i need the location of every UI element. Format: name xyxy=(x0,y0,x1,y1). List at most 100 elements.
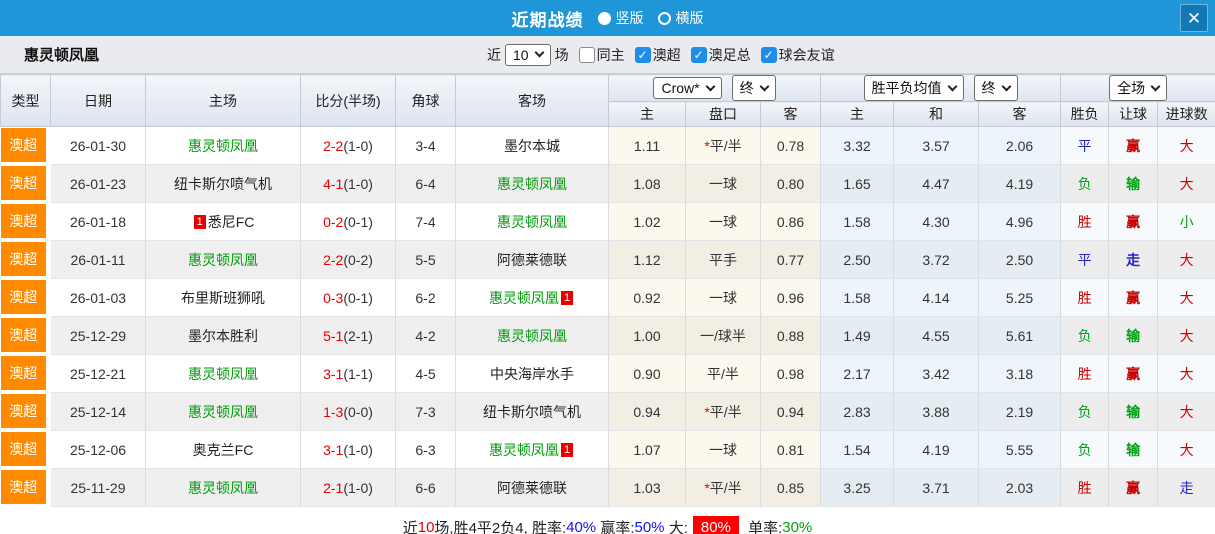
filter-bar: 近 10 场 ✓ 同主 ✓ 澳超 ✓ 澳足总 ✓ 球会友谊 xyxy=(487,43,839,66)
footer-profit-label: 赢率: xyxy=(596,519,635,534)
score-cell: 0-3(0-1) xyxy=(300,278,396,317)
filter-same-home[interactable]: ✓ 同主 xyxy=(578,45,625,65)
avg-win-cell: 2.83 xyxy=(820,392,895,431)
goals-value: 大 xyxy=(1179,365,1194,382)
avg-draw-cell: 4.14 xyxy=(893,278,980,317)
goals-value: 大 xyxy=(1179,251,1194,268)
away-team-name: 惠灵顿凤凰 xyxy=(497,327,567,344)
radio-vertical-layout[interactable]: 竖版 xyxy=(597,8,644,28)
handicap-cell: *平/半 xyxy=(685,392,761,431)
full-time-score: 5-1 xyxy=(323,327,344,344)
dialog-title: 近期战绩 xyxy=(511,10,584,30)
home-team-name: 悉尼FC xyxy=(207,213,255,230)
goals-cell: 大 xyxy=(1157,126,1215,165)
result-value: 平 xyxy=(1077,251,1092,268)
col-header-type: 类型 xyxy=(0,74,51,127)
filter-a-league[interactable]: ✓ 澳超 xyxy=(634,45,681,65)
league-type-badge: 澳超 xyxy=(0,128,46,162)
match-count-select[interactable]: 10 xyxy=(505,43,551,66)
away-team-cell: 惠灵顿凤凰 xyxy=(455,164,609,203)
let-ball-value: 输 xyxy=(1126,403,1141,420)
league-type-cell: 澳超 xyxy=(0,468,51,507)
avg-odds-select[interactable]: 胜平负均值 xyxy=(863,75,964,101)
goals-value: 小 xyxy=(1179,213,1194,230)
score-cell: 1-3(0-0) xyxy=(300,392,396,431)
result-cell: 负 xyxy=(1060,430,1110,469)
close-button[interactable]: ✕ xyxy=(1180,4,1208,32)
corner-cell: 7-4 xyxy=(395,202,456,241)
odds-company-select[interactable]: Crow* xyxy=(653,77,722,99)
score-cell: 2-2(1-0) xyxy=(300,126,396,165)
date-cell: 26-01-30 xyxy=(50,126,146,165)
league-type-badge: 澳超 xyxy=(0,394,46,428)
avg-lose-cell: 5.25 xyxy=(978,278,1062,317)
odds-home-cell: 1.08 xyxy=(608,164,686,203)
result-value: 胜 xyxy=(1077,213,1092,230)
goals-value: 大 xyxy=(1179,327,1194,344)
odds-stage-select[interactable]: 终 xyxy=(731,75,776,101)
odds-home-cell: 1.03 xyxy=(608,468,686,507)
team-title: 惠灵顿凤凰 xyxy=(24,47,100,64)
avg-stage-select[interactable]: 终 xyxy=(973,75,1018,101)
scope-header-group: 全场 xyxy=(1060,74,1215,102)
summary-footer: 近 10 场,胜4平2负4, 胜率: 40% 赢率: 50% 大: 80% 单率: 30% xyxy=(0,507,1215,534)
avg-win-cell: 1.54 xyxy=(820,430,895,469)
league-type-cell: 澳超 xyxy=(0,240,51,279)
filter-ffa-cup-label: 澳足总 xyxy=(708,46,751,63)
full-time-score: 1-3 xyxy=(323,403,344,420)
filter-ffa-cup[interactable]: ✓ 澳足总 xyxy=(690,45,751,65)
result-value: 负 xyxy=(1077,327,1092,344)
half-time-score: (0-1) xyxy=(343,213,373,230)
league-type-cell: 澳超 xyxy=(0,126,51,165)
date-cell: 26-01-03 xyxy=(50,278,146,317)
col-header-avg-draw: 和 xyxy=(893,101,980,127)
league-type-badge: 澳超 xyxy=(0,242,46,276)
goals-cell: 大 xyxy=(1157,164,1215,203)
let-ball-value: 赢 xyxy=(1126,137,1141,154)
chevron-down-icon xyxy=(1001,81,1011,91)
handicap-cell: 一/球半 xyxy=(685,316,761,355)
chevron-down-icon xyxy=(705,81,716,91)
avg-header-group: 胜平负均值 终 xyxy=(820,74,1062,102)
chevron-down-icon xyxy=(947,81,957,91)
let-ball-cell: 赢 xyxy=(1108,126,1159,165)
radio-horizontal-layout[interactable]: 横版 xyxy=(657,8,704,28)
odds-home-cell: 1.07 xyxy=(608,430,686,469)
let-ball-cell: 输 xyxy=(1108,164,1159,203)
league-type-cell: 澳超 xyxy=(0,278,51,317)
date-cell: 25-12-29 xyxy=(50,316,146,355)
avg-lose-cell: 5.55 xyxy=(978,430,1062,469)
goals-value: 大 xyxy=(1179,175,1194,192)
score-cell: 4-1(1-0) xyxy=(300,164,396,203)
filter-club-friendly[interactable]: ✓ 球会友谊 xyxy=(760,45,835,65)
corner-cell: 6-2 xyxy=(395,278,456,317)
handicap-cell: 平手 xyxy=(685,240,761,279)
date-cell: 26-01-23 xyxy=(50,164,146,203)
half-time-score: (1-0) xyxy=(343,137,373,154)
avg-lose-cell: 2.06 xyxy=(978,126,1062,165)
let-ball-value: 赢 xyxy=(1126,479,1141,496)
odds-home-cell: 1.02 xyxy=(608,202,686,241)
scope-value: 全场 xyxy=(1117,80,1146,96)
score-cell: 0-2(0-1) xyxy=(300,202,396,241)
scope-select[interactable]: 全场 xyxy=(1109,75,1168,101)
let-ball-value: 输 xyxy=(1126,441,1141,458)
handicap-cell: 平/半 xyxy=(685,354,761,393)
odds-header-group: Crow* 终 xyxy=(607,74,822,102)
toolbar: 惠灵顿凤凰 近 10 场 ✓ 同主 ✓ 澳超 ✓ 澳足总 ✓ 球会友谊 xyxy=(0,36,1215,74)
corner-cell: 3-4 xyxy=(395,126,456,165)
goals-cell: 大 xyxy=(1157,392,1215,431)
let-ball-cell: 走 xyxy=(1108,240,1159,279)
avg-win-cell: 1.58 xyxy=(820,278,895,317)
odds-home-cell: 1.00 xyxy=(608,316,686,355)
filter-a-league-label: 澳超 xyxy=(652,46,681,63)
table-row: 澳超 26-01-11 惠灵顿凤凰 2-2(0-2) 5-5 阿德莱德联 1.1… xyxy=(0,240,1215,279)
footer-near-label: 近 xyxy=(402,519,418,534)
goals-cell: 大 xyxy=(1157,354,1215,393)
odds-away-cell: 0.81 xyxy=(760,430,822,469)
col-header-goals: 进球数 xyxy=(1157,101,1215,127)
league-type-cell: 澳超 xyxy=(0,430,51,469)
goals-value: 大 xyxy=(1179,441,1194,458)
home-team-cell: 纽卡斯尔喷气机 xyxy=(145,164,301,203)
let-ball-value: 走 xyxy=(1126,251,1141,268)
